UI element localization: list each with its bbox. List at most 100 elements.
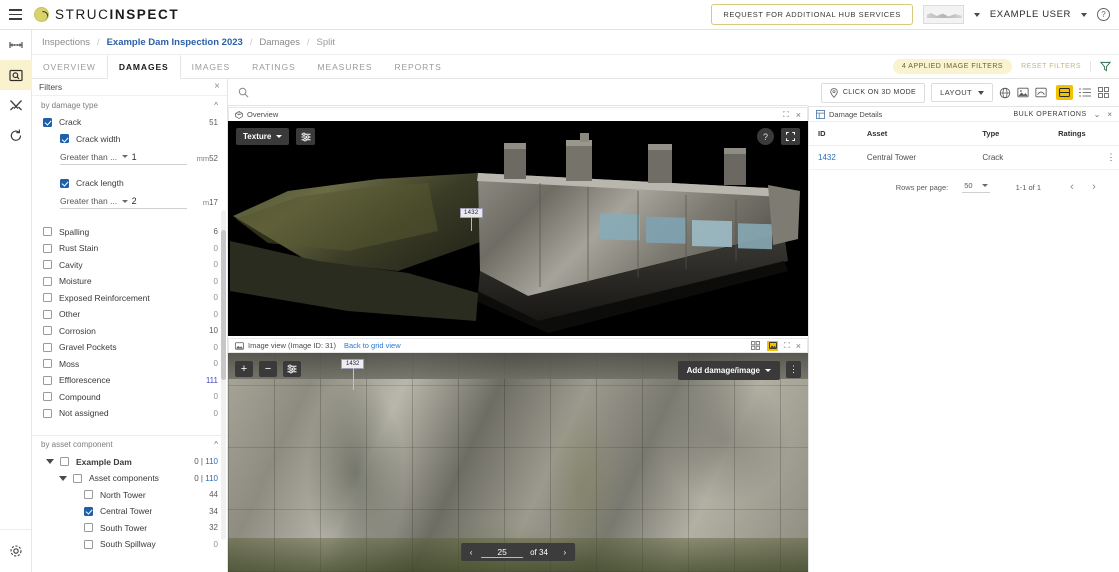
filter-group-asset-component-header[interactable]: by asset component ^: [32, 436, 227, 454]
checkbox-not-assigned[interactable]: [43, 408, 52, 418]
checkbox-central-tower[interactable]: [84, 506, 93, 516]
plus-icon[interactable]: +: [235, 361, 253, 377]
checkbox-north-tower[interactable]: [84, 490, 93, 500]
checkbox-compound[interactable]: [43, 392, 52, 402]
filter-row-rust-stain[interactable]: Rust Stain 0: [32, 240, 227, 257]
help-circle-icon[interactable]: ?: [757, 128, 774, 145]
filter-row-cavity[interactable]: Cavity 0: [32, 257, 227, 274]
checkbox-exposed-reinforcement[interactable]: [43, 293, 52, 303]
layout-dropdown[interactable]: LAYOUT: [931, 83, 993, 102]
checkbox-spalling[interactable]: [43, 227, 52, 237]
column-header-type[interactable]: Type: [982, 122, 1059, 146]
breadcrumb-item-damages[interactable]: Damages: [259, 37, 300, 48]
rail-item-tools[interactable]: [0, 90, 32, 120]
breadcrumb-item-inspections[interactable]: Inspections: [42, 37, 90, 48]
click-on-3d-mode-button[interactable]: CLICK ON 3D MODE: [820, 82, 926, 103]
checkbox-crack-width[interactable]: [60, 134, 69, 144]
checkbox-gravel-pockets[interactable]: [43, 342, 52, 352]
tab-reports[interactable]: REPORTS: [383, 55, 452, 78]
tab-overview[interactable]: OVERVIEW: [32, 55, 107, 78]
column-header-asset[interactable]: Asset: [866, 122, 983, 146]
checkbox-south-tower[interactable]: [84, 523, 93, 533]
kebab-menu-icon[interactable]: ⋮: [786, 361, 801, 378]
checkbox-cavity[interactable]: [43, 260, 52, 270]
filter-row-example-dam[interactable]: Example Dam 0 | 110: [32, 454, 227, 471]
tab-images[interactable]: IMAGES: [181, 55, 241, 78]
checkbox-moisture[interactable]: [43, 276, 52, 286]
close-icon[interactable]: ×: [796, 341, 801, 351]
filter-row-south-spillway[interactable]: South Spillway 0: [32, 536, 227, 553]
crack-length-value-input[interactable]: 2: [127, 196, 188, 209]
scrollbar-thumb[interactable]: [221, 230, 226, 380]
filter-row-north-tower[interactable]: North Tower 44: [32, 487, 227, 504]
list-view-icon[interactable]: [1077, 86, 1092, 100]
damage-id-link[interactable]: 1432: [818, 153, 836, 162]
sliders-icon[interactable]: [296, 128, 316, 145]
rail-item-refresh[interactable]: [0, 120, 32, 150]
split-view-icon[interactable]: [1056, 85, 1073, 100]
request-hub-services-button[interactable]: REQUEST FOR ADDITIONAL HUB SERVICES: [711, 4, 913, 25]
image-icon[interactable]: [1017, 87, 1029, 98]
panorama-icon[interactable]: [1035, 87, 1047, 98]
applied-image-filters-badge[interactable]: 4 APPLIED IMAGE FILTERS: [892, 59, 1013, 74]
filter-row-not-assigned[interactable]: Not assigned 0: [32, 405, 227, 422]
rail-item-assets[interactable]: [0, 30, 32, 60]
tab-damages[interactable]: DAMAGES: [106, 55, 181, 79]
column-header-id[interactable]: ID: [809, 122, 867, 146]
filter-row-efflorescence[interactable]: Efflorescence 111: [32, 372, 227, 389]
close-icon[interactable]: ×: [1107, 110, 1112, 119]
fullscreen-icon[interactable]: [781, 128, 800, 145]
checkbox-crack-length[interactable]: [60, 178, 69, 188]
next-image-button[interactable]: ›: [555, 543, 575, 561]
filters-scrollbar[interactable]: [221, 210, 226, 540]
filter-row-moisture[interactable]: Moisture 0: [32, 273, 227, 290]
image-page-input[interactable]: 25: [481, 547, 524, 558]
sliders-icon[interactable]: [283, 361, 301, 377]
help-circle-icon[interactable]: ?: [1097, 8, 1110, 21]
filter-row-crack-length[interactable]: Crack length: [32, 175, 227, 192]
back-to-grid-view-link[interactable]: Back to grid view: [344, 341, 401, 350]
checkbox-example-dam[interactable]: [60, 457, 69, 467]
triangle-down-icon[interactable]: [46, 459, 54, 465]
filter-row-asset-components[interactable]: Asset components 0 | 110: [32, 470, 227, 487]
image-viewer[interactable]: + − 1432 Add damage/image ⋮ ‹ 25 of 34 ›: [228, 353, 808, 572]
breadcrumb-item-inspection[interactable]: Example Dam Inspection 2023: [107, 37, 243, 48]
checkbox-efflorescence[interactable]: [43, 375, 52, 385]
filter-row-other[interactable]: Other 0: [32, 306, 227, 323]
rail-item-settings[interactable]: [0, 536, 31, 566]
chevron-down-icon[interactable]: [1081, 12, 1087, 17]
triangle-down-icon[interactable]: [59, 475, 67, 481]
dam-thumbnail-icon[interactable]: [922, 5, 964, 24]
checkbox-rust-stain[interactable]: [43, 243, 52, 253]
filter-group-damage-type-header[interactable]: by damage type ^: [32, 96, 227, 114]
filter-row-spalling[interactable]: Spalling 6: [32, 224, 227, 241]
rows-per-page-select[interactable]: 50: [962, 181, 990, 193]
filter-row-crack[interactable]: Crack 51: [32, 114, 227, 131]
filter-row-moss[interactable]: Moss 0: [32, 356, 227, 373]
checkbox-asset-components[interactable]: [73, 473, 82, 483]
filters-scroll-area[interactable]: Crack 51 Crack width Greater than ... 1 …: [32, 114, 227, 572]
checkbox-corrosion[interactable]: [43, 326, 52, 336]
brand[interactable]: STRUCINSPECT: [34, 7, 179, 22]
reset-filters-button[interactable]: RESET FILTERS: [1021, 63, 1081, 70]
pagination-prev-button[interactable]: ‹: [1061, 181, 1083, 193]
crack-width-value-input[interactable]: 1: [127, 152, 188, 165]
damage-marker-label[interactable]: 1432: [341, 359, 365, 390]
3d-model-viewer[interactable]: 1432 Texture ?: [228, 121, 808, 336]
chevron-up-icon[interactable]: ^: [214, 101, 218, 110]
bulk-operations-button[interactable]: BULK OPERATIONS: [1014, 111, 1087, 118]
user-menu-label[interactable]: EXAMPLE USER: [990, 9, 1071, 20]
filter-row-compound[interactable]: Compound 0: [32, 389, 227, 406]
column-header-ratings[interactable]: Ratings: [1058, 122, 1104, 146]
filter-toggle-button[interactable]: [1090, 61, 1111, 72]
prev-image-button[interactable]: ‹: [461, 543, 481, 561]
filter-row-crack-width[interactable]: Crack width: [32, 131, 227, 148]
minus-icon[interactable]: −: [259, 361, 277, 377]
filter-row-corrosion[interactable]: Corrosion 10: [32, 323, 227, 340]
crack-width-operator-select[interactable]: Greater than ...: [60, 152, 128, 165]
filter-row-exposed-reinforcement[interactable]: Exposed Reinforcement 0: [32, 290, 227, 307]
checkbox-moss[interactable]: [43, 359, 52, 369]
filter-row-central-tower[interactable]: Central Tower 34: [32, 503, 227, 520]
grid-icon[interactable]: [750, 341, 761, 351]
table-row[interactable]: 1432 Central Tower Crack ⋮: [809, 145, 1119, 170]
